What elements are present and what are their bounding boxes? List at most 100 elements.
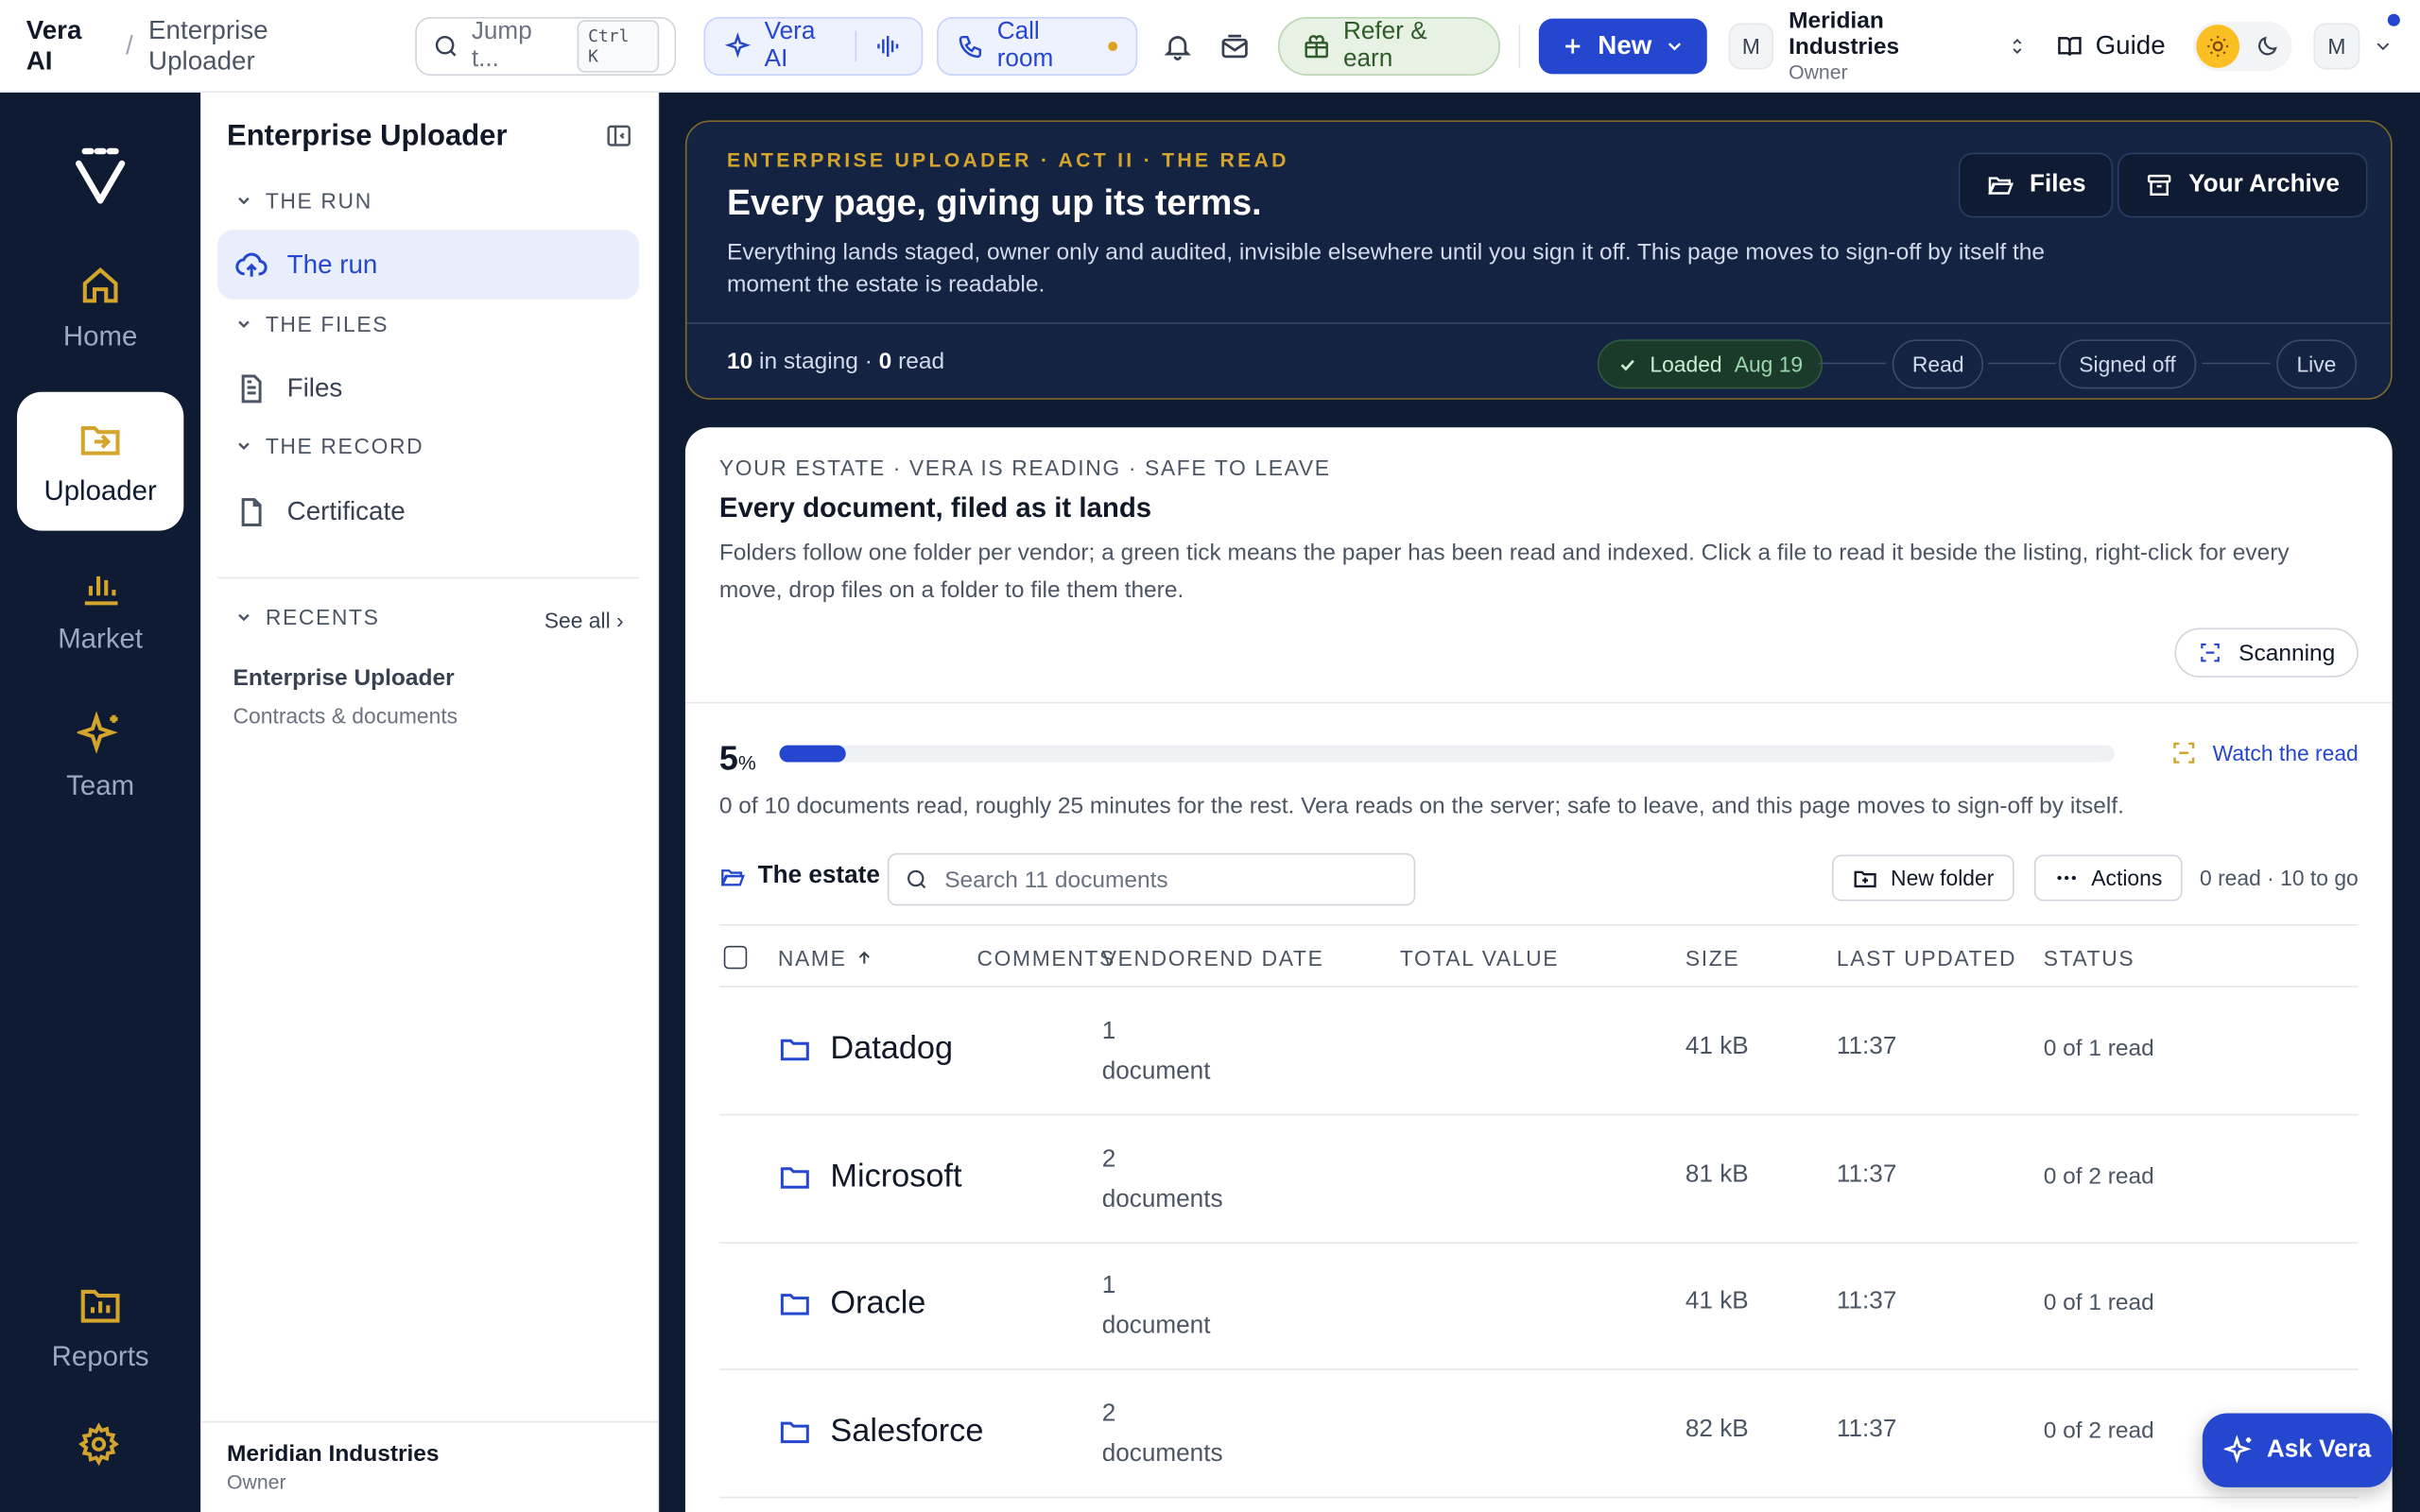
sidebar-item-certificate[interactable]: Certificate: [217, 477, 639, 546]
chevron-updown-icon: [2006, 35, 2028, 57]
docs-count: 1: [1101, 1272, 1116, 1299]
user-avatar: M: [2313, 22, 2360, 69]
folder-open-icon: [719, 863, 746, 889]
sidebar-item-label: Certificate: [286, 495, 406, 525]
rail-reports[interactable]: Reports: [17, 1258, 183, 1397]
refer-earn-label: Refer & earn: [1342, 17, 1427, 72]
scan-icon: [2169, 739, 2197, 766]
section-recents[interactable]: RECENTS: [234, 605, 379, 629]
phone-icon: [957, 31, 984, 59]
column-header-status[interactable]: STATUS: [2044, 946, 2135, 971]
jump-search[interactable]: Jump t... Ctrl K: [414, 16, 677, 76]
folder-name: Salesforce: [830, 1413, 984, 1450]
ask-vera-label: Ask Vera: [2266, 1436, 2372, 1463]
column-name-label: NAME: [777, 945, 847, 971]
more-dots-icon: [2054, 866, 2079, 890]
guide-button[interactable]: Guide: [2055, 30, 2166, 61]
table-row[interactable]: Oracle 1 document 41 kB 11:37 0 of 1 read: [718, 1242, 2359, 1370]
breadcrumb-separator: /: [125, 29, 133, 60]
estate-folder-label: The estate: [757, 862, 880, 889]
sidebar-item-the-run[interactable]: The run: [217, 230, 639, 300]
column-header-name[interactable]: NAME: [778, 946, 874, 971]
sidebar-item-files[interactable]: Files: [217, 353, 639, 422]
document-icon: [234, 371, 268, 405]
search-icon: [905, 868, 929, 892]
ask-vera-button[interactable]: Ask Vera: [2202, 1413, 2393, 1487]
folder-plus-icon: [1852, 865, 1878, 891]
column-header-vendor[interactable]: VENDOR: [1102, 946, 1204, 971]
column-header-last-updated[interactable]: LAST UPDATED: [1837, 946, 2016, 971]
hero-title: Every page, giving up its terms.: [727, 181, 1262, 223]
document-count-cell: 2 documents: [1102, 1395, 1256, 1475]
stage-label: Signed off: [2079, 352, 2176, 377]
read-text: read: [891, 348, 945, 375]
section-title: THE RECORD: [265, 433, 424, 458]
table-row[interactable]: Datadog 1 document 41 kB 11:37 0 of 1 rea…: [718, 988, 2359, 1116]
section-the-run[interactable]: THE RUN: [234, 188, 372, 213]
settings-gear-icon[interactable]: [78, 1422, 121, 1467]
folder-name-cell: Oracle: [778, 1285, 925, 1322]
user-menu[interactable]: M: [2313, 12, 2400, 69]
actions-button[interactable]: Actions: [2033, 854, 2183, 902]
folder-name-cell: Datadog: [778, 1031, 953, 1068]
table-row[interactable]: Salesforce 2 documents 82 kB 11:37 0 of 2…: [718, 1370, 2359, 1499]
column-header-end-date[interactable]: END DATE: [1204, 946, 1324, 971]
archive-button-label: Your Archive: [2188, 171, 2340, 198]
scanning-button[interactable]: Scanning: [2175, 627, 2359, 678]
files-button[interactable]: Files: [1958, 152, 2114, 218]
sidebar: Enterprise Uploader THE RUN The run THE …: [200, 92, 660, 1512]
hero-panel: ENTERPRISE UPLOADER · ACT II · THE READ …: [684, 120, 2393, 400]
collapse-sidebar-icon[interactable]: [605, 122, 632, 149]
last-updated-cell: 11:37: [1836, 1416, 1897, 1443]
section-the-files[interactable]: THE FILES: [234, 312, 389, 336]
estate-description: Folders follow one folder per vendor; a …: [718, 540, 2290, 604]
select-all-checkbox[interactable]: [723, 945, 748, 970]
rail-team[interactable]: Team: [17, 687, 183, 826]
table-row[interactable]: Microsoft 2 documents 81 kB 11:37 0 of 2 …: [718, 1115, 2359, 1244]
stage-live: Live: [2276, 339, 2357, 389]
rail-market[interactable]: Market: [17, 540, 183, 679]
column-header-size[interactable]: SIZE: [1685, 946, 1739, 971]
sun-icon[interactable]: [2196, 24, 2240, 68]
call-room-button[interactable]: Call room: [937, 16, 1138, 76]
your-archive-button[interactable]: Your Archive: [2118, 152, 2368, 218]
column-header-total-value[interactable]: TOTAL VALUE: [1400, 946, 1559, 971]
breadcrumb-current: Enterprise Uploader: [148, 14, 268, 76]
stage-loaded: Loaded Aug 19: [1597, 339, 1824, 389]
vera-ai-label: Vera AI: [764, 17, 816, 72]
size-cell: 41 kB: [1685, 1033, 1749, 1060]
rail-home-label: Home: [62, 319, 138, 352]
vera-logo[interactable]: [69, 145, 130, 206]
see-all-link[interactable]: See all ›: [544, 608, 624, 632]
breadcrumb-app[interactable]: Vera AI: [26, 15, 111, 77]
chevron-down-icon: [234, 608, 253, 627]
estate-title: Every document, filed as it lands: [718, 491, 1152, 524]
waveform-icon[interactable]: [875, 31, 903, 59]
call-room-label: Call room: [996, 17, 1054, 72]
new-folder-button[interactable]: New folder: [1832, 854, 2014, 902]
rail-uploader[interactable]: Uploader: [16, 391, 184, 531]
org-switcher[interactable]: M Meridian Industries Owner: [1729, 8, 2028, 83]
keyboard-shortcut: Ctrl K: [577, 19, 660, 72]
refer-earn-button[interactable]: Refer & earn: [1278, 16, 1501, 76]
estate-folder-crumb[interactable]: The estate: [719, 863, 880, 890]
inbox-icon[interactable]: [1210, 19, 1260, 72]
documents-search-input[interactable]: Search 11 documents: [887, 852, 1416, 906]
column-header-comments[interactable]: COMMENTS: [977, 946, 1115, 971]
docs-label: document: [1101, 1058, 1211, 1085]
stage-label: Loaded: [1650, 352, 1722, 377]
vera-ai-button[interactable]: Vera AI: [703, 16, 924, 76]
moon-icon[interactable]: [2246, 24, 2290, 67]
rail-home[interactable]: Home: [17, 237, 183, 376]
files-button-label: Files: [2030, 171, 2086, 198]
new-button[interactable]: New: [1539, 17, 1708, 74]
stage-connector: [1987, 362, 2056, 365]
sidebar-footer[interactable]: Meridian Industries Owner: [200, 1420, 658, 1512]
size-cell: 41 kB: [1685, 1288, 1749, 1315]
watch-the-read-button[interactable]: Watch the read: [2169, 739, 2359, 766]
bell-icon[interactable]: [1153, 19, 1203, 72]
theme-toggle[interactable]: [2193, 21, 2292, 71]
section-the-record[interactable]: THE RECORD: [234, 434, 424, 458]
staging-text: in staging ·: [752, 348, 879, 375]
watch-label: Watch the read: [2212, 740, 2359, 765]
